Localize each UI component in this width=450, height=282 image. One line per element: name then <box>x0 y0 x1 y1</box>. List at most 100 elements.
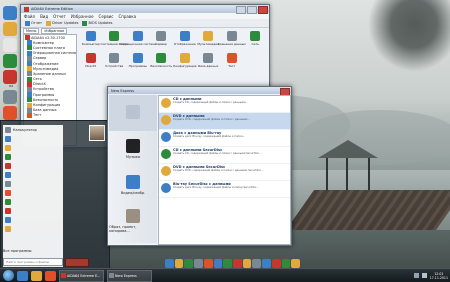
nero-category[interactable]: Видео/изобр. <box>109 167 157 203</box>
nero-titlebar[interactable]: Nero Express <box>108 87 291 96</box>
dock-app-icon[interactable] <box>184 259 194 268</box>
start-menu-place[interactable] <box>65 201 107 211</box>
dock-app-icon[interactable] <box>281 259 291 268</box>
desktop-shortcut-icon[interactable] <box>3 38 17 52</box>
start-menu-program[interactable] <box>3 206 63 215</box>
menu-item[interactable]: Справка <box>118 14 136 19</box>
start-menu-program[interactable] <box>3 215 63 224</box>
nero-task-option[interactable]: Диск с данными Blu-ray Создать диск Blu-r… <box>159 130 290 147</box>
start-menu-place[interactable] <box>65 191 107 201</box>
start-menu-program[interactable] <box>3 197 63 206</box>
start-menu-program[interactable] <box>3 161 63 170</box>
nero-category[interactable] <box>109 95 157 131</box>
category-tile[interactable]: Отображение <box>173 29 197 51</box>
start-menu-place[interactable] <box>65 221 107 231</box>
category-tile[interactable]: Программы <box>126 51 150 73</box>
start-menu-program[interactable] <box>3 152 63 161</box>
toolbar-button[interactable]: BIOS Updates <box>82 20 112 26</box>
start-menu-place[interactable] <box>65 211 107 221</box>
shutdown-button[interactable] <box>65 258 89 267</box>
start-menu-place[interactable] <box>65 171 107 181</box>
maximize-button[interactable] <box>247 6 257 14</box>
desktop-shortcut-icon[interactable] <box>3 70 17 84</box>
start-menu-place[interactable] <box>65 161 107 171</box>
desktop-shortcut-icon[interactable] <box>3 22 17 36</box>
explorer-icon[interactable] <box>31 270 42 281</box>
start-menu-place[interactable] <box>65 241 107 251</box>
menu-item[interactable]: Вид <box>40 14 48 19</box>
menu-item[interactable]: Отчет <box>53 14 66 19</box>
dock-app-icon[interactable] <box>262 259 271 268</box>
toolbar-button[interactable]: Driver Updates <box>46 20 78 26</box>
start-menu-program[interactable] <box>3 224 63 233</box>
desktop-shortcut-icon[interactable] <box>3 54 17 68</box>
start-button[interactable] <box>3 270 14 281</box>
dock-app-icon[interactable] <box>252 259 262 268</box>
menu-item[interactable]: Избранное <box>71 14 94 19</box>
category-tile[interactable]: Операционная система <box>119 29 156 51</box>
menu-item[interactable]: Сервис <box>99 14 114 19</box>
minimize-button[interactable] <box>236 6 246 14</box>
nero-task-option[interactable]: DVD с данными Создать DVD, содержащий фай… <box>159 113 290 130</box>
desktop-shortcut-icon[interactable] <box>3 90 17 104</box>
network-icon[interactable] <box>413 273 419 278</box>
start-menu-program[interactable] <box>3 170 63 179</box>
start-menu-program[interactable] <box>3 143 63 152</box>
category-tile[interactable]: Сеть <box>244 29 268 51</box>
category-icon <box>132 53 143 63</box>
toolbar-button[interactable]: Отчет <box>25 20 42 26</box>
desktop-shortcut-icon[interactable] <box>3 6 17 20</box>
start-menu-place[interactable] <box>65 151 107 161</box>
nero-task-option[interactable]: CD с данными SecurDisc Создать CD, содерж… <box>159 147 290 164</box>
ie-icon[interactable] <box>17 270 28 281</box>
nero-express-window[interactable]: Nero Express Музыка Видео/изобр. Образ, пр… <box>107 86 292 246</box>
taskbar-window-button[interactable]: Nero Express <box>107 269 152 282</box>
nero-task-option[interactable]: Blu-ray SecurDisc с данными Создать диск … <box>159 181 290 198</box>
nero-category[interactable]: Образ, проект, копирова... <box>109 203 157 239</box>
dock-app-icon[interactable] <box>291 259 301 268</box>
category-tile[interactable]: Хранение данных <box>218 29 246 51</box>
clock[interactable]: 12:01 17.11.2011 <box>430 272 448 280</box>
aida64-titlebar[interactable]: AIDA64 Extreme Edition <box>21 5 269 14</box>
start-search-input[interactable]: Найти программы и файлы <box>3 258 63 266</box>
category-tile[interactable]: Тест <box>220 51 244 73</box>
start-menu-place[interactable] <box>65 231 107 241</box>
category-tile[interactable]: Безопасность <box>150 51 174 73</box>
start-menu-program[interactable]: Калькулятор <box>3 125 63 134</box>
category-tile[interactable]: База данных <box>197 51 221 73</box>
start-menu-program[interactable] <box>3 188 63 197</box>
close-button[interactable] <box>258 6 268 14</box>
category-label: Сервер <box>155 42 167 46</box>
dock-app-icon[interactable] <box>223 259 233 268</box>
volume-icon[interactable] <box>421 273 427 278</box>
start-menu-place[interactable] <box>65 141 107 151</box>
nero-task-option[interactable]: DVD с данными SecurDisc Создать DVD, соде… <box>159 164 290 181</box>
all-programs-link[interactable]: Все программы <box>3 249 61 253</box>
nero-category[interactable]: Музыка <box>109 131 157 167</box>
taskbar-window-button[interactable]: AIDA64 Extreme E... <box>59 269 104 282</box>
dock-app-icon[interactable] <box>271 259 281 268</box>
start-menu-program[interactable] <box>3 179 63 188</box>
menu-item[interactable]: Файл <box>24 14 35 19</box>
category-tile[interactable]: Мультимедиа <box>197 29 221 51</box>
category-tile[interactable]: Конфигурация <box>173 51 197 73</box>
start-menu-place[interactable] <box>65 181 107 191</box>
dock-app-icon[interactable] <box>194 259 203 268</box>
dock-app-icon[interactable] <box>165 259 174 268</box>
dock-app-icon[interactable] <box>233 259 242 268</box>
dock-app-icon[interactable] <box>174 259 184 268</box>
category-tile[interactable]: Системная плата <box>101 29 128 51</box>
nero-task-option[interactable]: CD с данными Создать CD, содержащий файлы… <box>159 96 290 113</box>
media-icon[interactable] <box>45 270 56 281</box>
dock-app-icon[interactable] <box>203 259 213 268</box>
dock-app-icon[interactable] <box>213 259 223 268</box>
dock-app-icon[interactable] <box>242 259 252 268</box>
tree-item[interactable]: Тест <box>24 112 76 118</box>
wooden-pier <box>285 190 450 230</box>
start-menu-program[interactable] <box>3 134 63 143</box>
desktop-shortcut-icon[interactable] <box>3 106 17 120</box>
category-tile[interactable]: Сервер <box>150 29 174 51</box>
category-tile[interactable]: DirectX <box>79 51 103 73</box>
category-tile[interactable]: Компьютер <box>79 29 103 51</box>
category-tile[interactable]: Устройства <box>103 51 127 73</box>
